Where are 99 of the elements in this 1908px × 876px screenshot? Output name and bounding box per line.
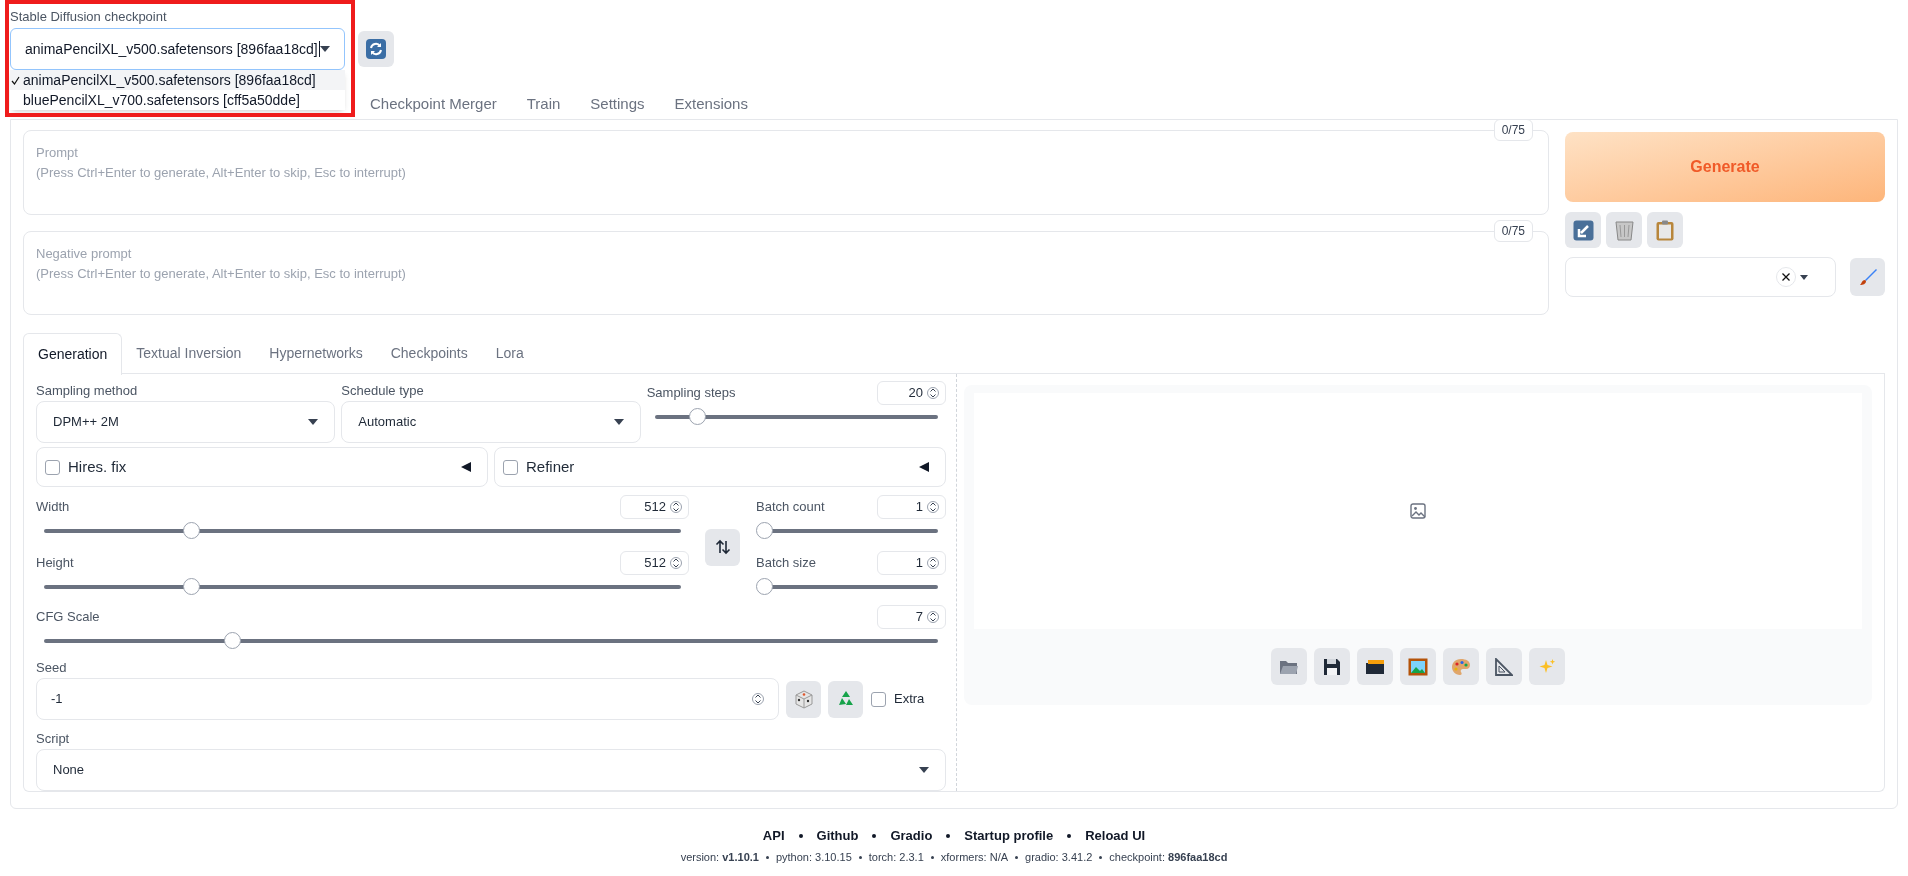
schedule-type-dropdown[interactable]: Automatic [341, 401, 641, 443]
token-counter: 0/75 [1493, 220, 1533, 242]
slider-thumb[interactable] [756, 578, 773, 595]
sampling-method-dropdown[interactable]: DPM++ 2M [36, 401, 336, 443]
script-dropdown[interactable]: None [36, 749, 946, 791]
save-button[interactable] [1314, 648, 1350, 685]
send-to-img2img-button[interactable] [1400, 648, 1436, 685]
extra-checkbox[interactable]: Extra [871, 689, 925, 709]
field-label: Height [36, 554, 74, 573]
check-icon [11, 75, 20, 85]
collapse-icon [461, 462, 471, 472]
slider-thumb[interactable] [689, 408, 707, 425]
version-info: gradio: 3.41.2 [1025, 849, 1093, 865]
version-info: python: 3.10.15 [775, 849, 852, 865]
swap-button[interactable] [705, 528, 740, 566]
framed-picture-icon [1408, 657, 1428, 676]
field-label: CFG Scale [36, 608, 100, 627]
slider-thumb[interactable] [756, 522, 773, 539]
tab[interactable]: Generation [23, 333, 123, 375]
spinner-icon[interactable] [670, 500, 682, 514]
paste-button[interactable] [1565, 212, 1601, 248]
slider-thumb[interactable] [182, 522, 200, 539]
tab[interactable]: Checkpoint Merger [360, 89, 507, 119]
seed-field[interactable]: -1 [36, 678, 779, 720]
footer-link[interactable]: Reload UI [1085, 826, 1146, 846]
text-cursor [318, 41, 320, 57]
spinner-icon[interactable] [927, 500, 939, 514]
number-field[interactable]: 7 [877, 605, 946, 629]
collapse-icon [919, 462, 929, 472]
number-field[interactable]: 1 [877, 495, 946, 519]
number-field[interactable]: 20 [877, 381, 946, 405]
spinner-icon[interactable] [927, 556, 939, 570]
image-icon [1410, 503, 1426, 519]
tab[interactable]: Hypernetworks [255, 333, 377, 374]
field-label: Sampling steps [646, 384, 736, 403]
clear-icon[interactable] [1776, 267, 1796, 287]
spinner-icon[interactable] [927, 610, 939, 624]
checkpoint-dropdown[interactable]: animaPencilXL_v500.safetensors [896faa18cd] [10, 28, 345, 70]
open-folder-button[interactable] [1271, 648, 1307, 685]
field-label: Stable Diffusion checkpoint [10, 9, 168, 26]
field-label: Script [36, 730, 71, 748]
trash-icon [1614, 219, 1634, 241]
tab[interactable]: Train [516, 89, 571, 119]
slider-thumb[interactable] [223, 632, 241, 649]
clipboard-button[interactable] [1647, 212, 1683, 248]
accordion[interactable]: Refiner [494, 447, 946, 487]
spinner-icon[interactable] [670, 556, 682, 570]
clipboard-icon [1656, 219, 1674, 241]
token-counter: 0/75 [1493, 119, 1533, 141]
field-label: Sampling method [36, 382, 139, 400]
footer-link[interactable]: Startup profile [964, 826, 1054, 846]
send-to-extras-button[interactable] [1486, 648, 1522, 685]
version-info: torch: 2.3.1 [868, 849, 924, 865]
swap-icon [714, 539, 731, 555]
spinner-icon[interactable] [752, 692, 764, 706]
field-label: Schedule type [341, 382, 425, 400]
checkbox[interactable] [45, 459, 60, 475]
caret-icon [613, 419, 624, 425]
number-field[interactable]: 1 [877, 551, 946, 575]
send-to-inpaint-button[interactable] [1443, 648, 1479, 685]
checkbox[interactable] [503, 459, 518, 475]
spinner-icon[interactable] [927, 386, 939, 400]
tab[interactable]: Settings [580, 89, 655, 119]
refresh-button[interactable] [358, 31, 394, 67]
dropdown-option[interactable]: bluePencilXL_v700.safetensors [cff5a50dde] [10, 90, 345, 110]
brush-icon [1857, 267, 1878, 287]
dice-icon [793, 689, 814, 709]
dropdown-option[interactable]: animaPencilXL_v500.safetensors [896faa18cd] [10, 70, 345, 90]
folder-icon [1279, 658, 1299, 675]
zip-button[interactable] [1357, 648, 1393, 685]
accordion[interactable]: Hires. fix [36, 447, 488, 487]
triangle-ruler-icon [1495, 657, 1513, 676]
caret-icon [1800, 274, 1808, 280]
field-label: Seed [36, 659, 68, 677]
edit-button[interactable] [1850, 258, 1885, 296]
palette-icon [1451, 657, 1471, 676]
tab[interactable]: Checkpoints [376, 333, 482, 374]
field-label: Width [36, 498, 70, 517]
box-icon [1365, 658, 1385, 675]
field-label: Batch size [756, 554, 816, 573]
caret-icon [320, 46, 330, 52]
caret-icon [919, 767, 929, 773]
reuse-seed-button[interactable] [828, 680, 863, 718]
field-label: Batch count [756, 498, 825, 517]
version-info: xformers: N/A [940, 849, 1009, 865]
caret-icon [308, 419, 319, 425]
slider-thumb[interactable] [182, 578, 200, 595]
footer-link[interactable]: Gradio [890, 826, 933, 846]
version-info: checkpoint: 896faa18cd [1109, 849, 1228, 865]
footer-link[interactable]: API [762, 826, 785, 846]
version-info: version: v1.10.1 [680, 849, 759, 865]
footer-link[interactable]: Github [816, 826, 859, 846]
trash-button[interactable] [1606, 212, 1642, 248]
number-field[interactable]: 512 [620, 495, 689, 519]
tab[interactable]: Lora [481, 333, 538, 374]
tab[interactable]: Extensions [664, 89, 758, 119]
refresh-icon [365, 38, 387, 60]
tab[interactable]: Textual Inversion [122, 333, 256, 374]
number-field[interactable]: 512 [620, 551, 689, 575]
